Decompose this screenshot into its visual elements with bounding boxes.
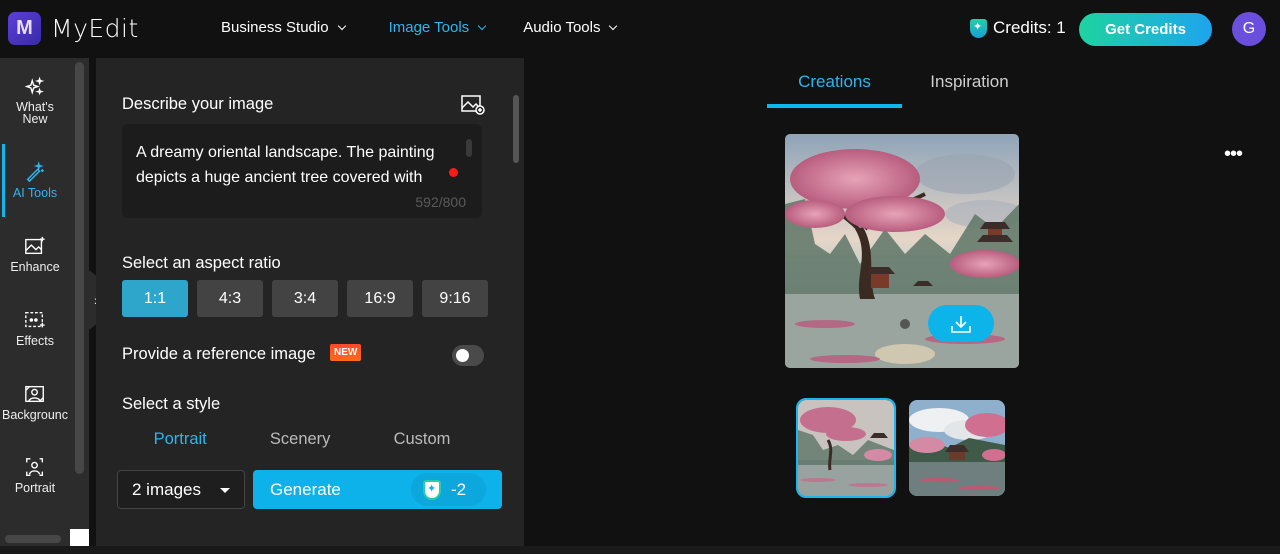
sidebar-item-effects[interactable]: Effects [0,309,70,348]
sidebar-item-label: Backgrounc [1,408,68,422]
background-icon [25,385,44,403]
prompt-textarea[interactable]: A dreamy oriental landscape. The paintin… [122,124,482,218]
sparkles-icon [24,76,45,96]
generate-cost: -2 [411,473,486,506]
generate-label: Generate [270,479,341,499]
sidebar-item-label: Portrait [14,481,56,495]
chevron-down-icon [477,21,487,30]
aspect-ratio-9-16[interactable]: 9:16 [422,280,488,317]
reference-image-label: Provide a reference image [122,345,316,363]
nav-business-studio[interactable]: Business Studio [221,19,346,36]
nav-label: Audio Tools [523,19,601,36]
aspect-ratio-4-3[interactable]: 4:3 [197,280,263,317]
sidebar-item-label: Effects [16,334,54,348]
avatar[interactable]: G [1232,12,1266,46]
sidebar-scrollbar[interactable] [75,62,84,474]
sidebar-item-enhance[interactable]: Enhance [0,235,70,274]
sidebar-item-label: AI Tools [12,186,58,200]
main-nav: Business Studio Image Tools Audio Tools [221,19,618,36]
caret-down-icon [220,488,230,493]
credits-display: Credits: 1 [970,18,1066,38]
thumbnail-1[interactable] [796,398,896,498]
thumbnail-image [798,400,894,496]
credits-label: Credits: 1 [993,18,1066,37]
nav-audio-tools[interactable]: Audio Tools [523,19,618,36]
sidebar: What's New AI Tools Enhance Effects Back… [0,58,89,554]
scroll-corner [70,529,89,546]
effects-icon [25,311,45,328]
nav-label: Business Studio [221,19,329,36]
nav-label: Image Tools [388,19,470,36]
tab-inspiration[interactable]: Inspiration [902,72,1037,108]
aspect-ratio-group: 1:1 4:3 3:4 16:9 9:16 [122,280,488,317]
aspect-ratio-3-4[interactable]: 3:4 [272,280,338,317]
image-count-value: 2 images [132,479,201,499]
logo-icon: M [8,12,41,45]
portrait-icon [26,458,44,476]
style-label: Select a style [122,395,221,413]
cost-value: -2 [451,479,467,499]
chevron-down-icon [337,21,346,30]
prompt-text[interactable]: A dreamy oriental landscape. The paintin… [136,140,466,190]
chevron-down-icon [609,21,618,30]
image-count-select[interactable]: 2 images [117,470,245,509]
get-credits-button[interactable]: Get Credits [1079,13,1212,46]
nav-image-tools[interactable]: Image Tools [388,19,487,36]
download-button[interactable] [928,305,994,342]
more-options-icon[interactable]: ••• [1224,143,1243,166]
thumbnail-image [909,400,1005,496]
generate-button[interactable]: Generate -2 [253,470,502,509]
sidebar-item-label: What's New [16,100,54,126]
generator-panel: Describe your image A dreamy oriental la… [96,58,524,546]
app-name: MyEdit [51,14,139,43]
sidebar-item-ai-tools[interactable]: AI Tools [0,161,70,200]
thumbnail-2[interactable] [909,400,1005,496]
credit-shield-icon [423,479,441,500]
new-badge: NEW [330,344,362,361]
reference-image-toggle[interactable] [452,345,484,366]
aspect-ratio-16-9[interactable]: 16:9 [347,280,413,317]
image-upload-icon[interactable] [461,94,485,116]
magic-wand-icon [26,161,44,183]
aspect-ratio-label: Select an aspect ratio [122,254,281,272]
prompt-scrollbar[interactable] [466,139,472,157]
results-tabs: Creations Inspiration [767,72,1037,108]
sidebar-item-background[interactable]: Backgrounc [0,383,70,422]
sidebar-item-whats-new[interactable]: What's New [0,76,70,125]
aspect-ratio-1-1[interactable]: 1:1 [122,280,188,317]
style-tab-custom[interactable]: Custom [394,430,451,449]
sidebar-horizontal-scrollbar[interactable] [5,535,61,543]
logo[interactable]: M MyEdit [8,12,139,45]
tab-creations[interactable]: Creations [767,72,902,108]
cursor-dot [449,168,458,177]
image-enhance-icon [25,236,45,255]
style-tabs: Portrait Scenery Custom [122,430,482,449]
credit-shield-icon [970,18,987,38]
download-icon [951,315,971,333]
bottom-strip [0,546,1280,554]
sidebar-item-label: Enhance [10,260,60,274]
char-counter: 592/800 [415,194,466,210]
style-tab-portrait[interactable]: Portrait [154,430,207,449]
describe-label: Describe your image [122,95,274,113]
top-bar: M MyEdit Business Studio Image Tools Aud… [0,0,1280,58]
style-tab-scenery[interactable]: Scenery [270,430,331,449]
panel-scrollbar[interactable] [513,95,519,163]
sidebar-item-portrait[interactable]: Portrait [0,456,70,495]
